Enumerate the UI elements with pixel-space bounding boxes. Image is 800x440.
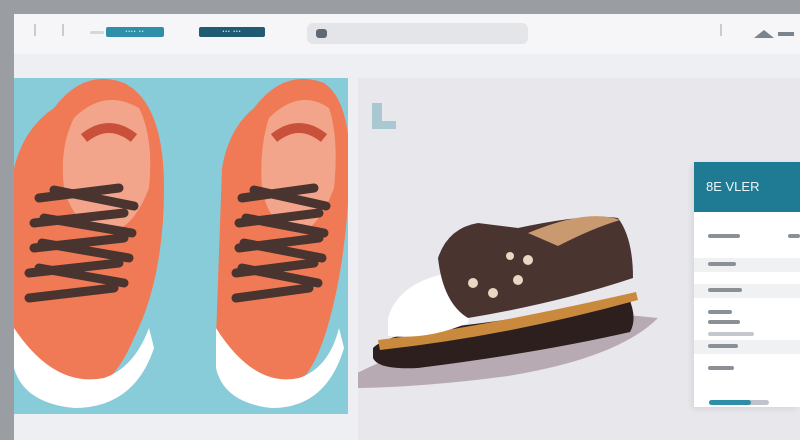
list-item[interactable] [708, 262, 736, 266]
card-title: 8E VLER [694, 162, 800, 212]
search-icon [316, 29, 327, 38]
sneaker-pair-illustration [14, 78, 350, 408]
list-item[interactable] [708, 310, 732, 314]
info-card[interactable]: 8E VLER [694, 162, 800, 407]
progress-bar [709, 400, 769, 405]
chevron-icon[interactable] [752, 28, 796, 40]
top-bar: •••• •• ••• ••• [14, 14, 800, 54]
product-image-sneakers[interactable] [14, 78, 350, 414]
tab-2[interactable]: ••• ••• [199, 27, 265, 37]
list-item[interactable] [708, 344, 738, 348]
list-item[interactable] [708, 234, 740, 238]
tab-indicator [90, 31, 104, 34]
list-item[interactable] [708, 320, 740, 324]
menu-control[interactable] [720, 24, 722, 36]
window-control[interactable] [34, 24, 36, 36]
search-input[interactable] [307, 23, 528, 44]
list-item[interactable] [708, 366, 734, 370]
tab-1[interactable]: •••• •• [106, 27, 164, 37]
list-item[interactable] [708, 332, 754, 336]
list-item[interactable] [788, 234, 800, 238]
browser-window: •••• •• ••• ••• 8E VLER [14, 14, 800, 440]
progress-fill [709, 400, 751, 405]
logo-icon [372, 103, 396, 129]
window-control[interactable] [62, 24, 64, 36]
list-item[interactable] [708, 288, 742, 292]
